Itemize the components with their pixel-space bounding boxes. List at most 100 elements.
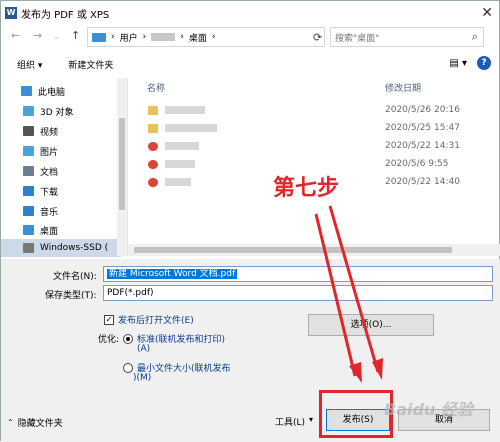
radio-unselected-icon [123, 362, 133, 373]
column-modified-date[interactable]: 修改日期 [385, 81, 421, 94]
open-after-publish-checkbox[interactable]: ✓ 发布后打开文件(E) [104, 313, 194, 326]
address-sep-icon: › [180, 32, 184, 42]
redacted-file-name [165, 106, 205, 114]
help-icon[interactable]: ? [477, 56, 491, 70]
open-after-publish-label: 发布后打开文件(E) [118, 316, 194, 326]
address-sep-icon: › [142, 32, 147, 42]
nav-item-this-pc[interactable]: 此电脑 [21, 82, 65, 100]
drive-icon [23, 243, 34, 253]
nav-scroll-thumb[interactable] [119, 118, 125, 210]
nav-item-documents[interactable]: 文档 [23, 162, 58, 180]
redacted-file-name [165, 178, 191, 186]
breadcrumb-users[interactable]: 用户 [120, 31, 138, 44]
new-folder-button[interactable]: 新建文件夹 [68, 58, 113, 71]
address-sep-icon: › [211, 32, 216, 42]
file-row[interactable]: 2020/5/26 20:16 [138, 102, 498, 120]
refresh-icon[interactable]: ⟳ [313, 31, 322, 44]
options-button[interactable]: 选项(O)... [308, 314, 434, 336]
folder-icon [148, 124, 158, 133]
search-icon: ⌕ [471, 30, 478, 43]
video-icon [23, 126, 34, 136]
address-bar[interactable]: › 用户 › › 桌面 › [87, 27, 325, 47]
view-options-icon[interactable]: ▤ ▾ [449, 58, 467, 69]
folder-icon [148, 106, 158, 115]
pc-icon [92, 32, 106, 42]
recent-dropdown-icon[interactable]: ⌄ [53, 32, 60, 41]
nav-item-pictures[interactable]: 图片 [23, 142, 58, 160]
downloads-icon [23, 186, 34, 196]
music-icon [23, 206, 34, 216]
nav-label: 3D 对象 [40, 107, 74, 118]
publish-dialog: W 发布为 PDF 或 XPS ✕ ← → ⌄ ↑ › 用户 › › 桌面 › … [0, 0, 500, 442]
file-date: 2020/5/22 14:40 [385, 177, 460, 187]
optimize-standard-label: 标准(联机发布和打印) [137, 335, 226, 345]
step-annotation: 第七步 [273, 176, 340, 201]
pictures-icon [23, 146, 34, 156]
highlight-box [319, 390, 393, 438]
nav-item-3d-objects[interactable]: 3D 对象 [23, 102, 74, 120]
nav-item-downloads[interactable]: 下载 [23, 182, 58, 200]
window-title: 发布为 PDF 或 XPS [21, 9, 110, 21]
tools-label: 工具(L) [275, 418, 306, 428]
nav-label: 此电脑 [38, 87, 66, 98]
chrome-icon [148, 142, 158, 151]
file-date: 2020/5/6 9:55 [385, 159, 449, 169]
file-list-header: 名称 修改日期 [138, 79, 498, 95]
checkmark-icon: ✓ [104, 314, 114, 325]
documents-icon [23, 166, 34, 176]
nav-item-music[interactable]: 音乐 [23, 202, 58, 220]
tools-menu[interactable]: 工具(L) ▾ [275, 415, 313, 428]
file-row[interactable]: 2020/5/22 14:31 [138, 138, 498, 156]
redacted-username [151, 33, 176, 41]
column-name[interactable]: 名称 [147, 81, 165, 94]
search-placeholder: 搜索"桌面" [335, 33, 380, 44]
filename-label: 文件名(N): [53, 272, 97, 282]
redacted-file-name [165, 124, 217, 132]
chrome-icon [148, 160, 158, 169]
nav-label: 图片 [40, 147, 59, 158]
toolbar: 组织 ▾ 新建文件夹 ▤ ▾ ? [1, 53, 500, 75]
file-list-hscrollbar[interactable] [128, 244, 500, 256]
nav-label: 文档 [40, 167, 59, 178]
chrome-icon [148, 178, 158, 187]
nav-scrollbar[interactable] [117, 78, 127, 256]
filename-input[interactable]: 新建 Microsoft Word 文档.pdf [103, 266, 493, 282]
optimize-standard-key: (A) [137, 344, 151, 354]
nav-label: 下载 [40, 187, 59, 198]
nav-item-windows-ssd[interactable]: Windows-SSD ( [23, 239, 108, 257]
address-sep-icon: › [111, 32, 115, 42]
back-button[interactable]: ← [11, 29, 20, 42]
navigation-pane: 此电脑 3D 对象 视频 图片 文档 下载 音乐 桌面 Windows-SSD … [1, 78, 128, 257]
file-date: 2020/5/22 14:31 [385, 141, 460, 151]
baidu-watermark: Baidu 经验 [384, 400, 473, 419]
redacted-file-name [165, 160, 195, 168]
redacted-file-name [165, 142, 199, 150]
nav-item-videos[interactable]: 视频 [23, 122, 58, 140]
hide-folders-toggle[interactable]: ⌃ 隐藏文件夹 [7, 416, 63, 429]
file-type-value: PDF(*.pdf) [107, 288, 154, 298]
filename-value: 新建 Microsoft Word 文档.pdf [107, 269, 238, 279]
search-input[interactable]: 搜索"桌面" ⌕ [330, 27, 484, 47]
nav-label: Windows-SSD ( [40, 243, 109, 253]
file-row[interactable]: 2020/5/25 15:47 [138, 120, 498, 138]
hscroll-thumb[interactable] [134, 247, 452, 253]
nav-item-desktop[interactable]: 桌面 [23, 221, 58, 239]
chevron-up-icon: ⌃ [7, 418, 14, 427]
optimize-minimum-key: )(M) [133, 373, 152, 383]
hide-folders-label: 隐藏文件夹 [17, 419, 63, 429]
pc-icon [21, 86, 32, 96]
optimize-label: 优化: [98, 335, 120, 345]
nav-label: 音乐 [40, 207, 59, 218]
3d-objects-icon [23, 106, 34, 116]
radio-selected-icon [123, 333, 133, 344]
close-button[interactable]: ✕ [481, 5, 493, 21]
breadcrumb-desktop[interactable]: 桌面 [189, 31, 207, 44]
word-icon: W [5, 7, 17, 19]
title-bar: W 发布为 PDF 或 XPS ✕ [1, 1, 500, 25]
forward-button[interactable]: → [33, 29, 42, 42]
up-button[interactable]: ↑ [71, 29, 80, 42]
file-type-label: 保存类型(T): [45, 291, 97, 301]
file-type-select[interactable]: PDF(*.pdf) [103, 285, 493, 301]
organize-button[interactable]: 组织 ▾ [17, 58, 42, 71]
file-date: 2020/5/25 15:47 [385, 123, 460, 133]
